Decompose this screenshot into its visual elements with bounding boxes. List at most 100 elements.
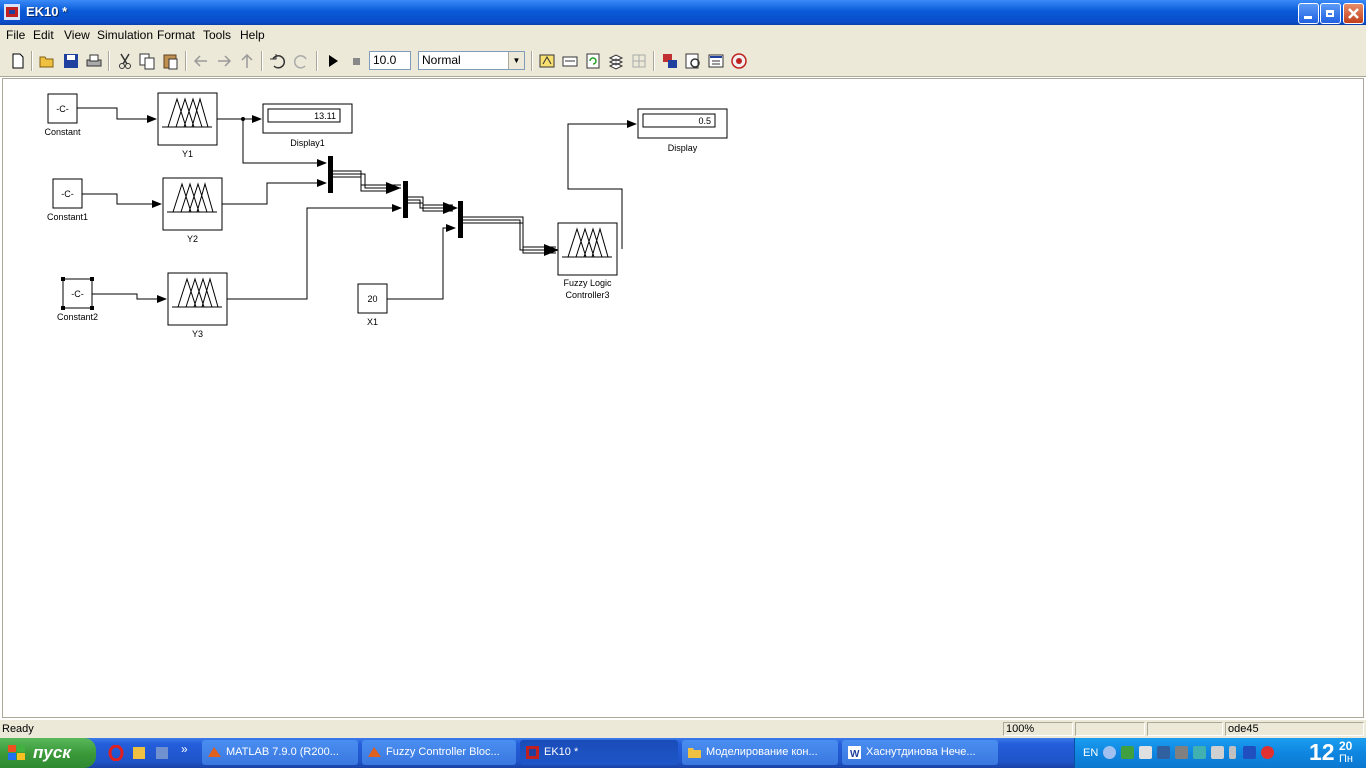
windows-logo-icon — [8, 745, 25, 760]
paste-icon[interactable] — [161, 52, 179, 70]
task-fuzzy-controller-label: Fuzzy Controller Bloc... — [386, 746, 500, 758]
model-explorer-icon[interactable] — [661, 52, 679, 70]
task-word-label: Хаснутдинова Нече... — [866, 746, 976, 758]
status-text: Ready — [2, 723, 34, 735]
tray-volume-icon[interactable] — [1211, 746, 1224, 759]
stop-time-field[interactable]: 10.0 — [369, 51, 411, 70]
close-icon — [1348, 8, 1359, 19]
tray-device-icon[interactable] — [1139, 746, 1152, 759]
task-ek10-label: EK10 * — [544, 746, 579, 758]
library-browser-icon[interactable] — [607, 52, 625, 70]
tray-arrow-icon[interactable] — [1103, 746, 1116, 759]
svg-text:W: W — [850, 749, 860, 760]
constant1-block[interactable]: -C- Constant1 — [47, 178, 88, 222]
build-icon[interactable] — [538, 52, 556, 70]
y1-block[interactable]: Y1 — [157, 92, 218, 159]
menu-tools[interactable]: Tools — [203, 28, 231, 42]
chevron-down-icon[interactable]: ▼ — [508, 52, 524, 69]
tray-connection-icon[interactable] — [1193, 746, 1206, 759]
mux-block-1[interactable] — [328, 156, 333, 193]
status-bar: Ready 100% ode45 — [0, 720, 1366, 738]
title-bar: EK10 * — [0, 0, 1366, 25]
quicklaunch-disk-icon[interactable] — [154, 745, 170, 761]
stop-simulation-icon[interactable] — [347, 52, 365, 70]
quicklaunch-more-icon[interactable]: » — [181, 742, 188, 756]
constant-value: -C- — [56, 104, 69, 114]
model-canvas[interactable]: -C- Constant -C- Constant1 -C- Constant2… — [2, 78, 1364, 718]
display1-block[interactable]: 13.11 Display1 — [262, 103, 353, 148]
update-diagram-icon[interactable] — [561, 52, 579, 70]
folder-icon — [688, 748, 701, 758]
status-cell-empty-2 — [1147, 722, 1223, 736]
mux-block-2[interactable] — [403, 181, 408, 218]
constant-block[interactable]: -C- Constant — [44, 93, 81, 137]
simulink-app-icon — [4, 4, 20, 20]
zoom-level: 100% — [1003, 722, 1073, 736]
menu-view[interactable]: View — [64, 28, 90, 42]
display1-value: 13.11 — [314, 111, 336, 121]
constant2-label: Constant2 — [57, 312, 98, 322]
save-icon[interactable] — [62, 52, 80, 70]
task-matlab-label: MATLAB 7.9.0 (R200... — [226, 746, 339, 758]
matlab-icon — [208, 747, 221, 757]
debugger-icon[interactable] — [684, 52, 702, 70]
task-folder[interactable]: Моделирование кон... — [682, 740, 838, 765]
simulation-mode-value: Normal — [422, 53, 461, 67]
y2-block[interactable]: Y2 — [162, 177, 223, 244]
y3-label: Y3 — [192, 329, 203, 339]
tray-display-icon[interactable] — [1175, 746, 1188, 759]
back-arrow-icon[interactable] — [192, 52, 210, 70]
target-icon[interactable] — [730, 52, 748, 70]
menu-simulation[interactable]: Simulation — [97, 28, 153, 42]
x1-label: X1 — [367, 317, 378, 327]
tray-monitor-icon[interactable] — [1157, 746, 1170, 759]
menu-file[interactable]: File — [6, 28, 25, 42]
tray-network-icon[interactable] — [1121, 746, 1134, 759]
tray-app-icon[interactable] — [1243, 746, 1256, 759]
constant2-block[interactable]: -C- Constant2 — [57, 277, 98, 322]
simulation-mode-select[interactable]: Normal ▼ — [418, 51, 525, 70]
task-word-document[interactable]: W Хаснутдинова Нече... — [842, 740, 998, 765]
grid-icon[interactable] — [630, 52, 648, 70]
constant-label: Constant — [44, 127, 81, 137]
restore-button[interactable] — [1320, 3, 1341, 24]
undo-icon[interactable] — [269, 52, 287, 70]
minimize-button[interactable] — [1298, 3, 1319, 24]
menu-edit[interactable]: Edit — [33, 28, 54, 42]
task-matlab[interactable]: MATLAB 7.9.0 (R200... — [202, 740, 358, 765]
mux-block-3[interactable] — [458, 201, 463, 238]
cut-icon[interactable] — [116, 52, 134, 70]
display-value: 0.5 — [698, 116, 711, 126]
menu-format[interactable]: Format — [157, 28, 195, 42]
menu-help[interactable]: Help — [240, 28, 265, 42]
quicklaunch-app-icon[interactable] — [131, 745, 147, 761]
task-fuzzy-controller[interactable]: Fuzzy Controller Bloc... — [362, 740, 516, 765]
y2-label: Y2 — [187, 234, 198, 244]
x1-block[interactable]: 20 X1 — [357, 283, 388, 327]
tray-alert-icon[interactable] — [1261, 746, 1274, 759]
solver-name: ode45 — [1225, 722, 1364, 736]
fuzzy-logic-controller-block[interactable]: Fuzzy Logic Controller3 — [557, 222, 618, 300]
task-ek10[interactable]: EK10 * — [520, 740, 678, 765]
new-model-icon[interactable] — [9, 52, 27, 70]
copy-icon[interactable] — [138, 52, 156, 70]
properties-icon[interactable] — [707, 52, 725, 70]
word-icon: W — [848, 746, 861, 760]
close-button[interactable] — [1343, 3, 1364, 24]
y3-block[interactable]: Y3 — [167, 272, 228, 339]
language-indicator[interactable]: EN — [1083, 747, 1098, 759]
forward-arrow-icon[interactable] — [215, 52, 233, 70]
clock-hour[interactable]: 12 — [1309, 739, 1335, 766]
start-button[interactable]: пуск — [0, 738, 96, 768]
menu-bar: File Edit View Simulation Format Tools H… — [0, 25, 1366, 45]
tray-battery-icon[interactable] — [1229, 746, 1236, 759]
open-folder-icon[interactable] — [38, 52, 56, 70]
start-simulation-icon[interactable] — [324, 52, 342, 70]
print-icon[interactable] — [85, 52, 103, 70]
task-folder-label: Моделирование кон... — [706, 746, 818, 758]
up-arrow-icon[interactable] — [238, 52, 256, 70]
refresh-icon[interactable] — [584, 52, 602, 70]
opera-icon[interactable] — [108, 745, 124, 761]
redo-icon[interactable] — [292, 52, 310, 70]
display-block[interactable]: 0.5 Display — [637, 108, 728, 153]
